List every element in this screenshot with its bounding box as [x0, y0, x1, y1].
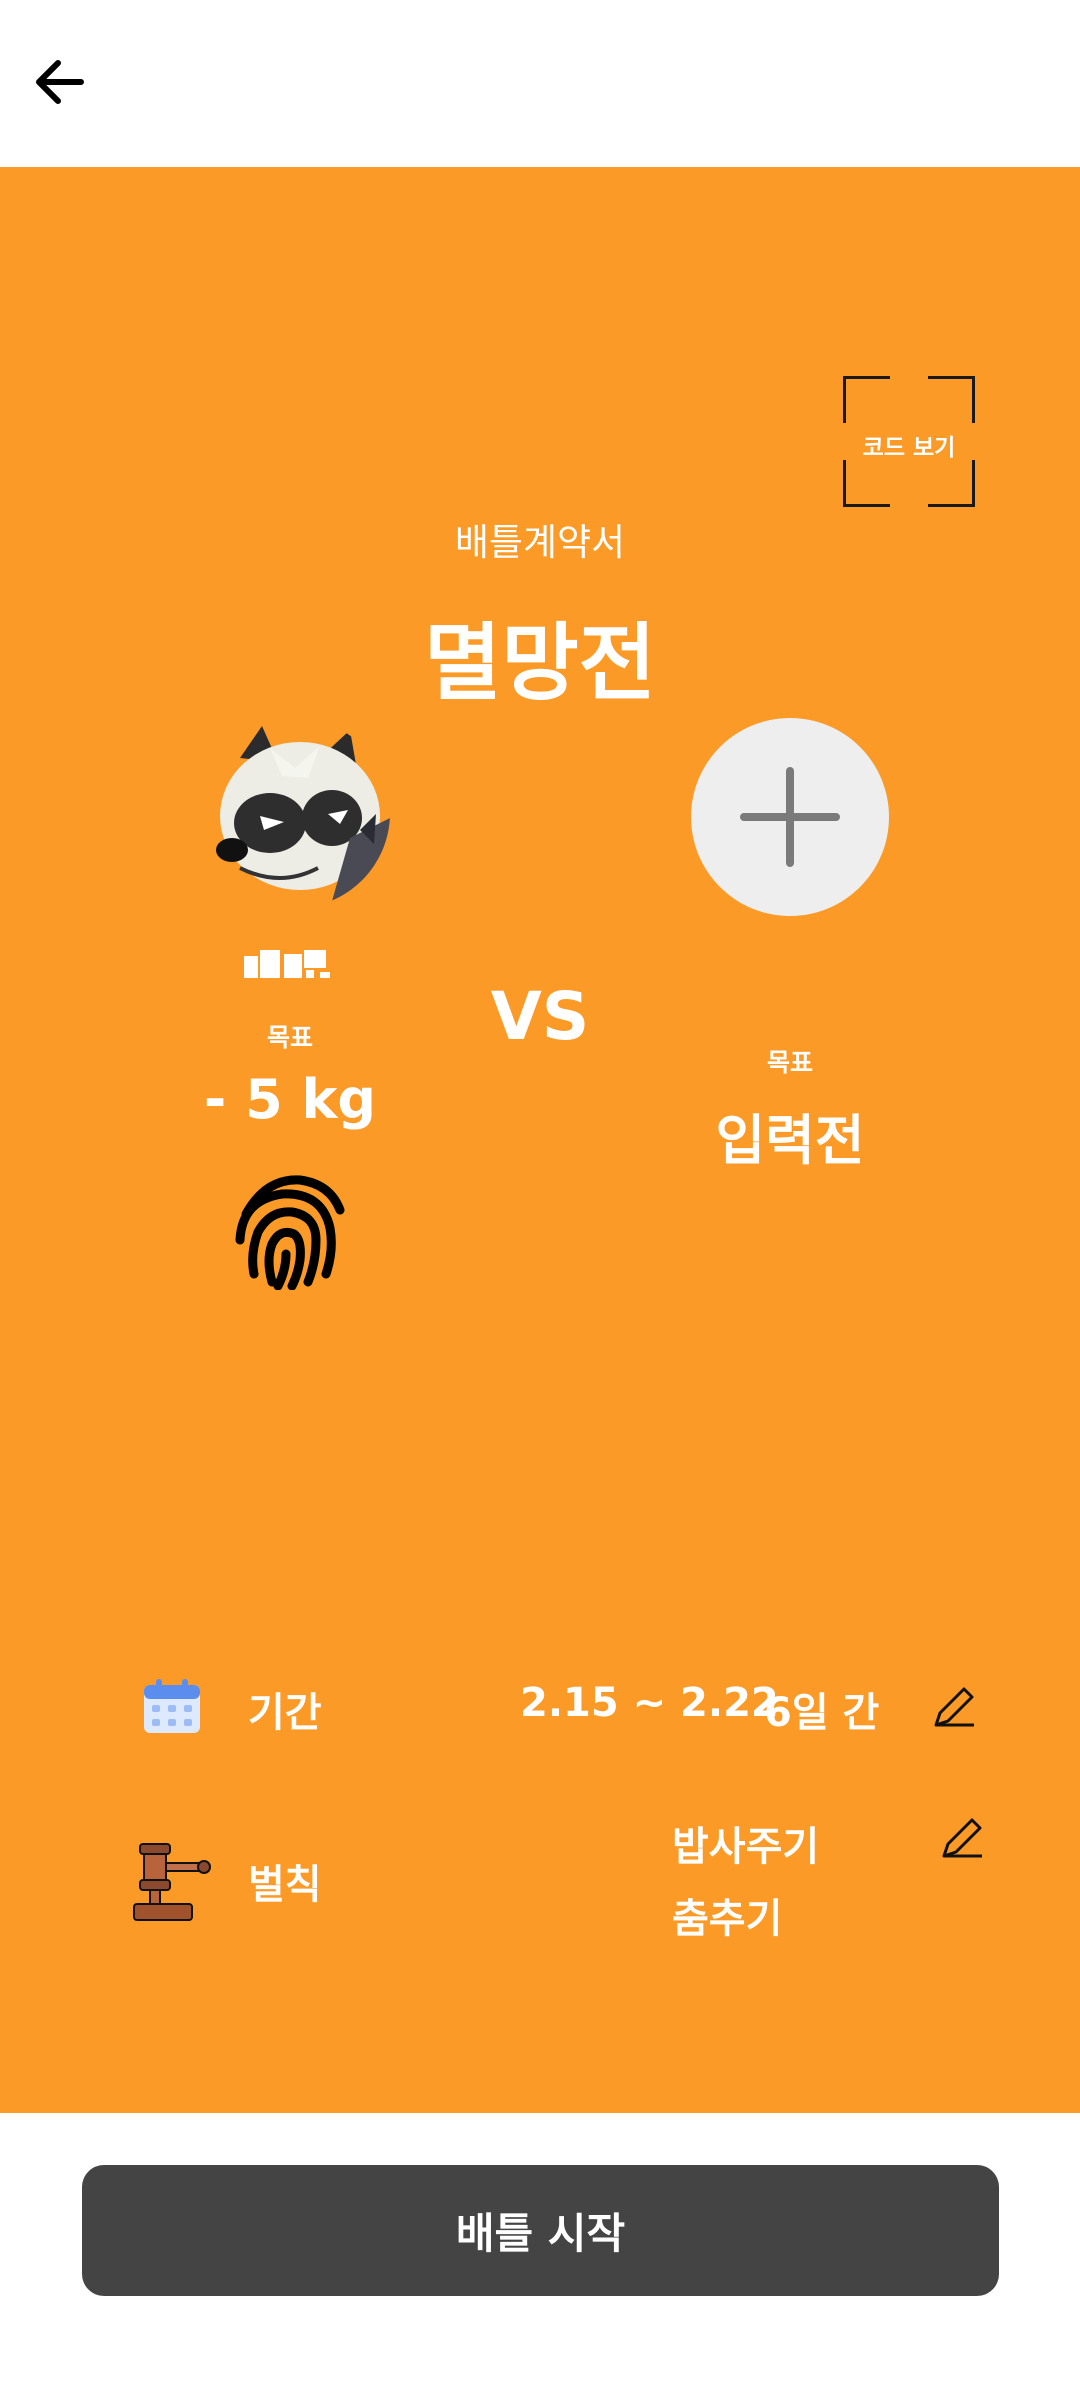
period-range: 2.15 ~ 2.22 — [520, 1680, 779, 1726]
gavel-icon — [133, 1843, 211, 1921]
add-opponent-button[interactable] — [691, 718, 889, 916]
start-battle-button[interactable]: 배틀 시작 — [82, 2165, 999, 2296]
period-duration: 6일 간 — [764, 1690, 880, 1736]
view-code-label: 코드 보기 — [862, 435, 956, 461]
player-goal-label: 목표 — [266, 1023, 313, 1052]
vs-label: VS — [490, 978, 590, 1055]
opponent-goal-value: 입력전 — [715, 1109, 865, 1172]
penalty-label: 벌칙 — [248, 1862, 322, 1908]
fingerprint-icon[interactable] — [230, 1170, 350, 1290]
view-code-button[interactable]: 코드 보기 — [843, 376, 975, 507]
period-label: 기간 — [248, 1690, 322, 1736]
penalty-item-1: 밥사주기 — [672, 1824, 820, 1870]
contract-title: 멸망전 — [424, 614, 656, 712]
player-name-redacted — [244, 950, 330, 978]
contract-subtitle: 배틀계약서 — [454, 521, 626, 564]
edit-penalty-button[interactable] — [938, 1814, 986, 1862]
opponent-goal-label: 목표 — [766, 1048, 813, 1077]
frame-corner — [843, 376, 890, 423]
top-bar — [0, 0, 1080, 167]
penalty-item-2: 춤추기 — [672, 1896, 783, 1942]
frame-corner — [843, 460, 890, 507]
frame-corner — [928, 376, 975, 423]
arrow-left-icon — [36, 60, 84, 104]
edit-period-button[interactable] — [930, 1683, 978, 1731]
calendar-icon — [144, 1679, 200, 1733]
back-button[interactable] — [28, 52, 88, 112]
plus-icon — [740, 767, 840, 867]
player-goal-value: - 5 kg — [203, 1068, 377, 1131]
player-avatar — [200, 718, 390, 908]
frame-corner — [928, 460, 975, 507]
